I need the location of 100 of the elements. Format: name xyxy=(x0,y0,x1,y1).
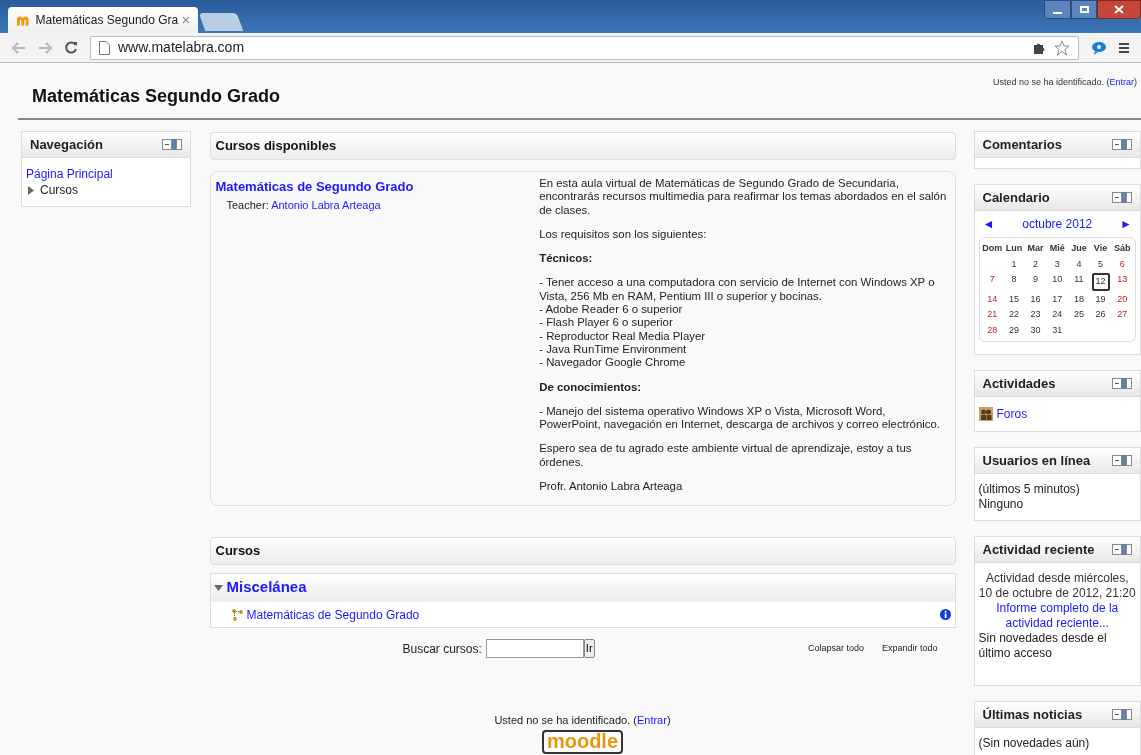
course-title-link[interactable]: Matemáticas de Segundo Grado xyxy=(215,177,540,197)
block-text: (Sin novedades aún) xyxy=(978,736,1091,751)
requirement-item: - Reproductor Real Media Player xyxy=(539,329,707,343)
calendar-day: 12 xyxy=(1091,273,1110,291)
previous-month-arrow[interactable]: ◄ xyxy=(982,215,995,233)
calendar-day: 4 xyxy=(1076,257,1082,271)
dock-toggle-icon[interactable] xyxy=(1112,139,1132,150)
block-title: Navegación xyxy=(30,135,103,154)
calendar-day: 9 xyxy=(1033,273,1039,291)
calendar-day: 30 xyxy=(1030,323,1041,337)
nav-link[interactable]: Página Principal xyxy=(26,166,186,182)
calendar-day: 28 xyxy=(987,323,998,337)
block-title: Usuarios en línea xyxy=(982,451,1091,470)
close-window-button[interactable] xyxy=(1097,0,1141,19)
summary-paragraph: Los requisitos son los siguientes: xyxy=(539,227,708,242)
activity-link[interactable]: Foros xyxy=(996,405,1028,423)
calendar-day: 6 xyxy=(1119,257,1125,271)
page-icon xyxy=(99,40,110,55)
calendar-day: 13 xyxy=(1117,273,1128,291)
block-text: (últimos 5 minutos) xyxy=(978,482,1081,497)
browser-tab[interactable]: Matemáticas Segundo Gra xyxy=(8,7,198,33)
url-text: www.matelabra.com xyxy=(118,38,245,57)
dock-toggle-icon[interactable] xyxy=(1112,192,1132,203)
close-icon xyxy=(1114,5,1124,14)
block-title: Actividad reciente xyxy=(982,540,1095,559)
calendar-day: 18 xyxy=(1073,292,1084,306)
calendar-day: 2 xyxy=(1033,257,1039,271)
extension-icon[interactable] xyxy=(1091,40,1107,55)
address-bar[interactable]: www.matelabra.com xyxy=(90,35,1079,60)
activity-since-text: Actividad desde miércoles, 10 de octubre de 2012, 21:20 xyxy=(978,571,1136,601)
tab-title: Matemáticas Segundo Gra xyxy=(35,12,179,29)
calendar-day: 10 xyxy=(1052,273,1063,291)
calendar-day: 20 xyxy=(1117,292,1128,306)
calendar-day: 21 xyxy=(987,308,998,322)
next-month-arrow[interactable]: ► xyxy=(1120,215,1132,233)
collapse-arrow-icon[interactable] xyxy=(213,584,223,591)
forum-icon xyxy=(978,407,993,421)
calendar-day: 24 xyxy=(1052,308,1063,322)
requirement-item: - Navegador Google Chrome xyxy=(539,356,687,370)
calendar-day: 16 xyxy=(1030,292,1041,306)
maximize-button[interactable] xyxy=(1071,0,1097,19)
summary-paragraph: Espero sea de tu agrado este ambiente virtual de aprendizaje, estoy a tus órdenes. xyxy=(539,442,913,470)
calendar-day: 29 xyxy=(1008,323,1019,337)
expand-all-link[interactable]: Expandir todo xyxy=(881,641,938,656)
summary-heading: Técnicos: xyxy=(539,252,594,266)
block-title: Calendario xyxy=(982,188,1050,207)
calendar-day: 17 xyxy=(1052,292,1063,306)
calendar-day: 5 xyxy=(1098,257,1104,271)
calendar-day: 25 xyxy=(1073,308,1084,322)
weekday-label: Vie xyxy=(1092,242,1109,255)
login-link[interactable]: Entrar xyxy=(1109,77,1134,87)
weekday-label: Mié xyxy=(1048,242,1066,255)
category-link[interactable]: Miscelánea xyxy=(226,576,307,599)
star-icon[interactable] xyxy=(1054,39,1070,56)
course-link[interactable]: Matemáticas de Segundo Grado xyxy=(246,605,420,624)
nav-item[interactable]: Cursos xyxy=(40,182,78,198)
section-header: Cursos disponibles xyxy=(209,132,956,160)
calendar-day: 19 xyxy=(1095,292,1106,306)
reload-icon[interactable] xyxy=(64,40,78,55)
dock-toggle-icon[interactable] xyxy=(1112,544,1132,555)
weekday-label: Sáb xyxy=(1112,242,1132,255)
expand-arrow-icon[interactable] xyxy=(28,185,34,195)
weekday-label: Lun xyxy=(1004,242,1024,255)
calendar-day: 23 xyxy=(1030,308,1041,322)
teacher-text: Teacher: Antonio Labra Arteaga xyxy=(225,197,382,213)
calendar-day: 7 xyxy=(989,273,995,291)
no-news-text: Sin novedades desde el último acceso xyxy=(978,631,1108,661)
full-report-link[interactable]: Informe completo de la actividad reciente... xyxy=(978,601,1136,631)
search-field[interactable] xyxy=(485,639,584,658)
summary-paragraph: En esta aula virtual de Matemáticas de Segundo Grado de Secundaria, encontrarás recursos multimedia para reafirmar los temas abordados en el salón de clases. xyxy=(539,177,948,217)
weekday-label: Mar xyxy=(1026,242,1045,255)
requirement-item: - Tener acceso a una computadora con servicio de Internet con Windows XP o Vista, 256 Mb en RAM, Pentium III o superior y bocinas. xyxy=(539,276,936,304)
dock-toggle-icon[interactable] xyxy=(1112,378,1132,389)
close-tab-icon[interactable] xyxy=(182,16,190,24)
login-link[interactable]: Entrar xyxy=(636,714,667,726)
dock-toggle-icon[interactable] xyxy=(161,139,182,150)
calendar-day: 27 xyxy=(1117,308,1128,322)
calendar-day: 31 xyxy=(1052,323,1063,337)
search-button[interactable]: Ir xyxy=(583,639,595,658)
dock-toggle-icon[interactable] xyxy=(1112,455,1132,466)
summary-heading: De conocimientos: xyxy=(539,380,643,394)
course-icon xyxy=(230,607,245,622)
menu-icon[interactable] xyxy=(1119,41,1129,54)
calendar-day: 14 xyxy=(987,292,998,306)
new-tab-button[interactable] xyxy=(198,13,244,31)
month-link[interactable]: octubre 2012 xyxy=(1022,215,1093,233)
block-title: Comentarios xyxy=(982,135,1062,154)
requirement-item: - Flash Player 6 o superior xyxy=(539,316,674,330)
calendar-day: 3 xyxy=(1054,257,1060,271)
block-title: Actividades xyxy=(982,374,1056,393)
collapse-all-link[interactable]: Colapsar todo xyxy=(807,641,864,656)
info-icon[interactable] xyxy=(939,609,951,620)
calendar-day: 15 xyxy=(1008,292,1019,306)
calendar-day: 22 xyxy=(1008,308,1019,322)
teacher-link[interactable]: Antonio Labra Arteaga xyxy=(271,198,381,211)
minimize-button[interactable] xyxy=(1044,0,1071,19)
requirement-item: - Adobe Reader 6 o superior xyxy=(539,303,684,317)
calendar-day: 11 xyxy=(1074,273,1084,291)
requirement-item: - Java RunTime Environment xyxy=(539,342,688,357)
dock-toggle-icon[interactable] xyxy=(1112,709,1132,720)
